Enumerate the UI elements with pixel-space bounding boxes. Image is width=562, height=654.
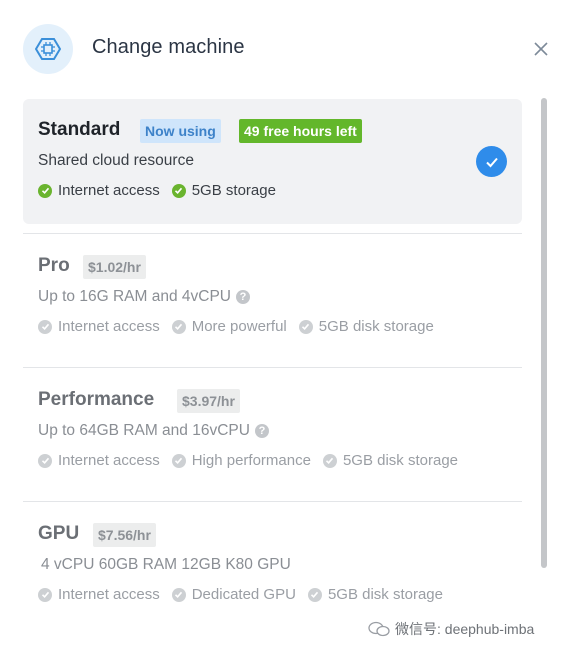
machine-name: Standard (38, 119, 121, 140)
check-icon (38, 183, 52, 198)
feature-item: 5GB disk storage (307, 586, 443, 603)
machine-name: Performance (38, 389, 155, 410)
feature-item: Internet access (38, 318, 160, 335)
check-icon (322, 453, 337, 468)
feature-list: Internet access More powerful 5GB disk s… (38, 318, 446, 335)
check-icon (171, 319, 186, 334)
watermark-text: 微信号: deephub-imba (395, 621, 535, 637)
help-icon[interactable]: ? (254, 424, 269, 438)
machine-description: Shared cloud resource (38, 152, 194, 169)
feature-label: Internet access (58, 452, 160, 469)
feature-item: Internet access (38, 452, 160, 469)
scrollbar[interactable] (541, 98, 547, 568)
check-icon (171, 183, 186, 198)
feature-label: More powerful (191, 318, 287, 335)
watermark: 微信号: deephub-imba (368, 619, 534, 639)
feature-item: More powerful (171, 318, 287, 335)
feature-label: Internet access (58, 586, 160, 603)
feature-label: High performance (191, 452, 311, 469)
close-icon[interactable] (531, 39, 551, 59)
machine-list: Standard Now using 49 free hours left Sh… (23, 99, 522, 635)
dialog-title: Change machine (92, 36, 245, 58)
price-badge: $3.97/hr (177, 389, 240, 413)
feature-label: Internet access (58, 318, 160, 335)
machine-description: 4 vCPU 60GB RAM 12GB K80 GPU (41, 556, 291, 573)
feature-item: Internet access (38, 182, 160, 199)
machine-option-pro[interactable]: Pro $1.02/hr Up to 16G RAM and 4vCPU ? I… (23, 233, 522, 367)
description-text: Up to 64GB RAM and 16vCPU (38, 422, 250, 439)
check-icon (38, 587, 52, 602)
dialog-header: Change machine (0, 0, 562, 96)
feature-item: Internet access (38, 586, 160, 603)
feature-label: 5GB storage (191, 182, 276, 199)
feature-item: 5GB storage (171, 182, 276, 199)
check-icon (171, 453, 186, 468)
feature-label: 5GB disk storage (318, 318, 434, 335)
check-icon (171, 587, 186, 602)
check-icon (307, 587, 322, 602)
help-icon[interactable]: ? (235, 290, 250, 304)
machine-description: Up to 16G RAM and 4vCPU ? (38, 288, 250, 306)
feature-item: 5GB disk storage (322, 452, 459, 469)
machine-option-gpu[interactable]: GPU $7.56/hr 4 vCPU 60GB RAM 12GB K80 GP… (23, 501, 522, 635)
feature-item: High performance (171, 452, 311, 469)
feature-list: Internet access Dedicated GPU 5GB disk s… (38, 586, 455, 603)
price-badge: $1.02/hr (83, 255, 146, 279)
check-icon (38, 453, 52, 468)
check-icon (298, 319, 313, 334)
feature-label: Dedicated GPU (191, 586, 296, 603)
free-hours-badge: 49 free hours left (239, 119, 362, 143)
now-using-badge: Now using (140, 119, 221, 143)
selected-check-icon (476, 146, 507, 177)
description-text: Up to 16G RAM and 4vCPU (38, 288, 231, 305)
machine-description: Up to 64GB RAM and 16vCPU ? (38, 422, 269, 440)
machine-name: GPU (38, 523, 80, 544)
machine-option-standard[interactable]: Standard Now using 49 free hours left Sh… (23, 99, 522, 224)
feature-label: Internet access (58, 182, 160, 199)
chip-icon (23, 24, 73, 74)
price-badge: $7.56/hr (93, 523, 156, 547)
feature-list: Internet access 5GB storage (38, 182, 288, 199)
check-icon (38, 319, 52, 334)
feature-label: 5GB disk storage (327, 586, 443, 603)
wechat-icon (368, 621, 390, 637)
feature-item: 5GB disk storage (298, 318, 434, 335)
feature-label: 5GB disk storage (342, 452, 459, 469)
feature-item: Dedicated GPU (171, 586, 296, 603)
machine-option-performance[interactable]: Performance $3.97/hr Up to 64GB RAM and … (23, 367, 522, 501)
feature-list: Internet access High performance 5GB dis… (38, 452, 470, 469)
machine-name: Pro (38, 255, 70, 276)
